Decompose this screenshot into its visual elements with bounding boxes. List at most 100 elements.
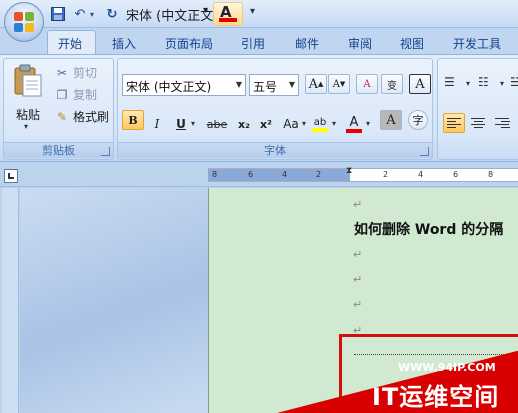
paragraph-mark: ↵ [353,298,363,311]
tab-references[interactable]: 引用 [241,35,265,52]
underline-dropdown-icon[interactable]: ▾ [191,119,195,128]
multilevel-list-button[interactable]: ☱ [510,75,518,95]
ruler-tick: 8 [488,170,494,179]
strikethrough-button[interactable]: abe [204,114,230,134]
font-color-label: A [349,114,359,130]
align-right-button[interactable] [491,113,513,133]
highlight-dropdown-icon[interactable]: ▾ [332,119,336,128]
bullets-dropdown-icon[interactable]: ▾ [466,79,470,88]
font-name-value: 宋体 (中文正文) [126,80,212,94]
clipboard-launcher-icon[interactable] [101,147,110,156]
italic-button[interactable]: I [148,114,166,134]
phonetic-guide-label: 变 [387,80,397,92]
cut-label: 剪切 [73,66,98,80]
cut-button[interactable]: ✂ 剪切 [54,64,97,81]
tab-view[interactable]: 视图 [400,35,424,52]
character-shading-label: A [386,112,396,128]
qat-font-dropdown-icon[interactable]: ▾ [203,5,208,16]
tab-selector-button[interactable] [4,169,18,183]
align-center-button[interactable] [467,113,489,133]
font-size-value: 五号 [253,80,278,94]
underline-label: U [176,117,186,131]
copy-button[interactable]: ❐ 复制 [54,86,97,103]
horizontal-ruler[interactable]: 8 6 4 2 2 4 6 8 ⧗ [208,166,518,182]
tab-home[interactable]: 开始 [58,35,82,52]
strikethrough-label: abe [206,117,228,131]
save-icon[interactable] [50,5,66,23]
bullets-button[interactable]: ☰ [444,75,466,95]
tab-page-layout[interactable]: 页面布局 [165,35,213,52]
office-button[interactable] [4,2,44,42]
clipboard-group: 粘贴 ▾ ✂ 剪切 ❐ 复制 ✎ 格式刷 剪贴板 [3,58,114,160]
change-case-label: Aa [283,117,299,131]
character-shading-button[interactable]: A [380,110,402,130]
superscript-button[interactable]: x² [257,114,275,134]
shrink-font-button[interactable]: A ▼ [328,74,350,94]
bold-button[interactable]: B [122,110,144,130]
clipboard-group-label: 剪贴板 [4,142,113,158]
tab-mailings[interactable]: 邮件 [295,35,319,52]
shrink-font-label: A [332,78,340,90]
highlight-button[interactable]: ab [310,114,330,134]
clear-format-button[interactable]: A [356,74,378,94]
tab-insert[interactable]: 插入 [112,35,136,52]
phonetic-guide-button[interactable]: 变 [381,74,403,94]
ribbon: 粘贴 ▾ ✂ 剪切 ❐ 复制 ✎ 格式刷 剪贴板 宋体 (中文正文) ▼ 五号 … [0,54,518,162]
underline-button[interactable]: U [172,114,190,134]
highlight-label: ab [313,116,327,128]
watermark-url: WWW.94IP.COM [398,361,496,374]
numbering-button[interactable]: ☷ [478,75,500,95]
ruler-tick: 2 [316,170,322,179]
grow-font-button[interactable]: A ▲ [305,74,327,94]
office-logo-icon [14,12,35,33]
ruler-tick: 4 [418,170,424,179]
ruler-tick: 8 [212,170,218,179]
bold-label: B [128,113,138,127]
format-painter-label: 格式刷 [73,110,110,124]
subscript-button[interactable]: x₂ [235,114,253,134]
ruler-tick: 4 [282,170,288,179]
paste-dropdown-icon: ▾ [24,122,29,131]
character-border-button[interactable]: A [409,74,431,94]
paragraph-group: ☰ ▾ ☷ ▾ ☱ [437,58,518,160]
paste-label: 粘贴 [16,108,41,122]
ruler-tick: 6 [453,170,459,179]
font-group: 宋体 (中文正文) ▼ 五号 ▼ A ▲ A ▼ A 变 A B I U ▾ abe… [117,58,433,160]
undo-icon[interactable]: ↶ [72,5,88,23]
undo-dropdown-icon[interactable]: ▾ [88,5,96,23]
copy-icon: ❐ [56,87,68,102]
enclose-characters-button[interactable]: 字 [408,110,428,130]
copy-label: 复制 [73,88,98,102]
redo-icon[interactable]: ↻ [104,5,120,23]
clipboard-icon [14,64,42,97]
tab-developer[interactable]: 开发工具 [453,35,501,52]
ruler-tick: 2 [383,170,389,179]
indent-marker-icon[interactable]: ⧗ [346,166,352,176]
format-painter-button[interactable]: ✎ 格式刷 [54,108,109,125]
font-launcher-icon[interactable] [420,147,429,156]
character-border-label: A [415,76,425,92]
qat-font-color-button[interactable]: A [213,2,243,26]
align-left-button[interactable] [443,113,465,133]
font-color-bar [219,18,237,22]
vertical-ruler[interactable] [2,188,19,413]
change-case-button[interactable]: Aa [280,114,302,134]
highlight-color-bar [312,127,328,132]
tab-review[interactable]: 审阅 [348,35,372,52]
paste-button[interactable]: 粘贴 ▾ [8,61,48,137]
font-size-combo[interactable]: 五号 ▼ [249,74,299,96]
grow-font-label: A [308,76,318,92]
change-case-dropdown-icon[interactable]: ▾ [302,119,306,128]
ruler-left-margin [208,169,350,181]
font-group-label: 字体 [118,142,432,158]
scissors-icon: ✂ [56,65,68,80]
font-name-combo[interactable]: 宋体 (中文正文) ▼ [122,74,246,96]
font-color-button[interactable]: A [344,114,364,134]
watermark-title: IT运维空间 [372,383,500,411]
numbering-dropdown-icon[interactable]: ▾ [500,79,504,88]
font-size-dropdown-icon: ▼ [288,80,295,89]
font-color-dropdown-icon[interactable]: ▾ [366,119,370,128]
customize-toolbar-icon[interactable]: ▾ [250,6,255,17]
paragraph-mark: ↵ [353,273,363,286]
qat-font-name[interactable]: 宋体 (中文正文 [126,5,213,24]
